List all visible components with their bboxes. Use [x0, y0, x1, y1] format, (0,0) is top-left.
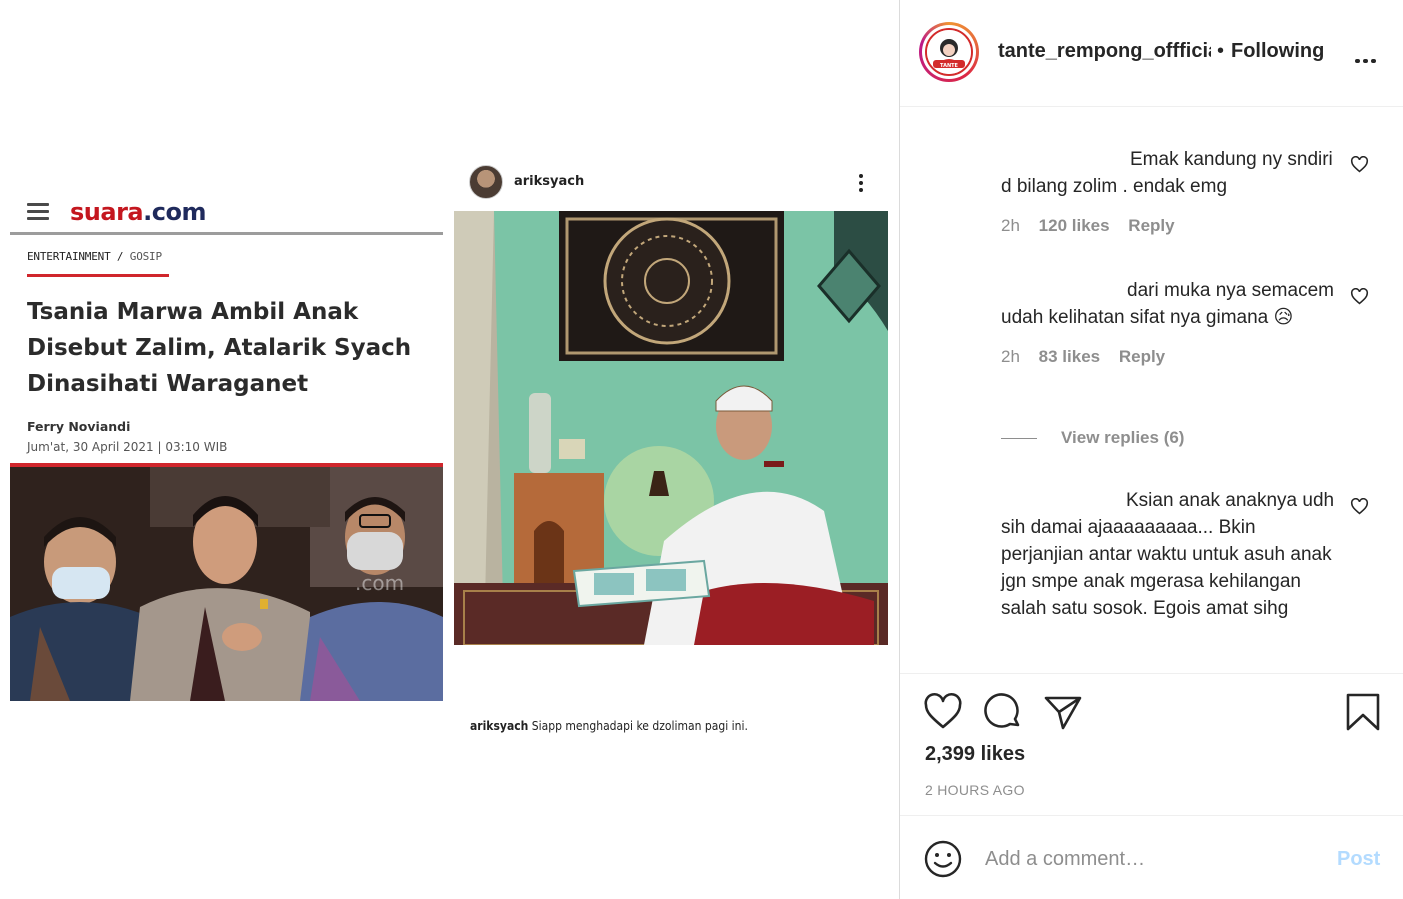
- like-heart-icon[interactable]: [923, 692, 963, 732]
- view-replies-button[interactable]: View replies (6): [1001, 428, 1184, 448]
- likes-count[interactable]: 2,399 likes: [925, 743, 1025, 766]
- article-headline: Tsania Marwa Ambil Anak Disebut Zalim, A…: [27, 299, 412, 397]
- comment-item: dari muka nya semacem udah kelihatan sif…: [1001, 277, 1341, 367]
- reply-button[interactable]: Reply: [1128, 216, 1174, 235]
- inner-more-icon: [854, 172, 868, 194]
- header-username[interactable]: tante_rempong_offficial: [998, 40, 1211, 63]
- save-bookmark-icon[interactable]: [1343, 692, 1383, 732]
- inner-caption: ariksyach Siapp menghadapi ke dzoliman p…: [470, 719, 748, 733]
- article-divider: [10, 232, 443, 235]
- emoji-smiley-icon[interactable]: [924, 840, 962, 878]
- post-time-ago[interactable]: 2 HOURS AGO: [925, 782, 1025, 798]
- reply-button[interactable]: Reply: [1119, 347, 1165, 366]
- comment-like-heart-icon[interactable]: [1350, 497, 1369, 515]
- suara-logo: suara.com: [70, 198, 206, 226]
- comment-item: Emak kandung ny sndiri d bilang zolim . …: [1001, 146, 1341, 236]
- share-paper-plane-icon[interactable]: [1043, 692, 1083, 732]
- more-options-icon[interactable]: [1355, 50, 1379, 63]
- svg-text:.com: .com: [355, 571, 404, 595]
- profile-logo: TANTE: [925, 28, 973, 76]
- comment-likes[interactable]: 120 likes: [1039, 216, 1110, 235]
- comments-list[interactable]: Emak kandung ny sndiri d bilang zolim . …: [900, 108, 1403, 674]
- category-underline: [27, 274, 169, 277]
- article-category: Entertainment / Gosip: [27, 250, 162, 263]
- comment-text: Ksian anak anaknya udh sih damai ajaaaaa…: [1001, 490, 1335, 619]
- comment-meta: 2h 83 likes Reply: [1001, 347, 1341, 367]
- header-separator: •: [1217, 40, 1225, 62]
- comment-like-heart-icon[interactable]: [1350, 287, 1369, 305]
- hamburger-menu-icon: [27, 203, 49, 221]
- following-button[interactable]: Following: [1231, 40, 1324, 63]
- inner-username: ariksyach: [514, 174, 585, 189]
- add-comment-input[interactable]: [985, 844, 1305, 874]
- add-comment-bar: Post: [900, 815, 1403, 899]
- comment-item: Ksian anak anaknya udh sih damai ajaaaaa…: [1001, 487, 1341, 622]
- comment-meta: 2h 120 likes Reply: [1001, 216, 1341, 236]
- comment-time[interactable]: 2h: [1001, 216, 1020, 235]
- post-actions: 2,399 likes 2 HOURS AGO: [900, 673, 1403, 815]
- svg-text:TANTE: TANTE: [940, 63, 958, 69]
- embedded-instagram-post: ariksyach ariksyach Siapp menghadapi ke …: [454, 160, 888, 750]
- article-date: Jum'at, 30 April 2021 | 03:10 WIB: [27, 440, 228, 454]
- comment-likes[interactable]: 83 likes: [1039, 347, 1100, 366]
- post-comment-button[interactable]: Post: [1337, 848, 1380, 871]
- comment-time[interactable]: 2h: [1001, 347, 1020, 366]
- comment-text: dari muka nya semacem udah kelihatan sif…: [1001, 280, 1334, 328]
- comment-bubble-icon[interactable]: [983, 692, 1023, 732]
- press-conference-photo: .com: [10, 467, 443, 701]
- post-media[interactable]: suara.com Entertainment / Gosip Tsania M…: [0, 0, 899, 899]
- comment-like-heart-icon[interactable]: [1350, 155, 1369, 173]
- post-header: TANTE tante_rempong_offficial • Followin…: [900, 0, 1403, 107]
- news-article-screenshot: suara.com Entertainment / Gosip Tsania M…: [10, 190, 443, 701]
- profile-avatar[interactable]: TANTE: [919, 22, 979, 82]
- prayer-room-photo: [454, 211, 888, 645]
- comment-text: Emak kandung ny sndiri d bilang zolim . …: [1001, 149, 1333, 197]
- inner-avatar: [469, 165, 503, 199]
- post-sidebar: TANTE tante_rempong_offficial • Followin…: [899, 0, 1403, 899]
- article-author: Ferry Noviandi: [27, 419, 131, 434]
